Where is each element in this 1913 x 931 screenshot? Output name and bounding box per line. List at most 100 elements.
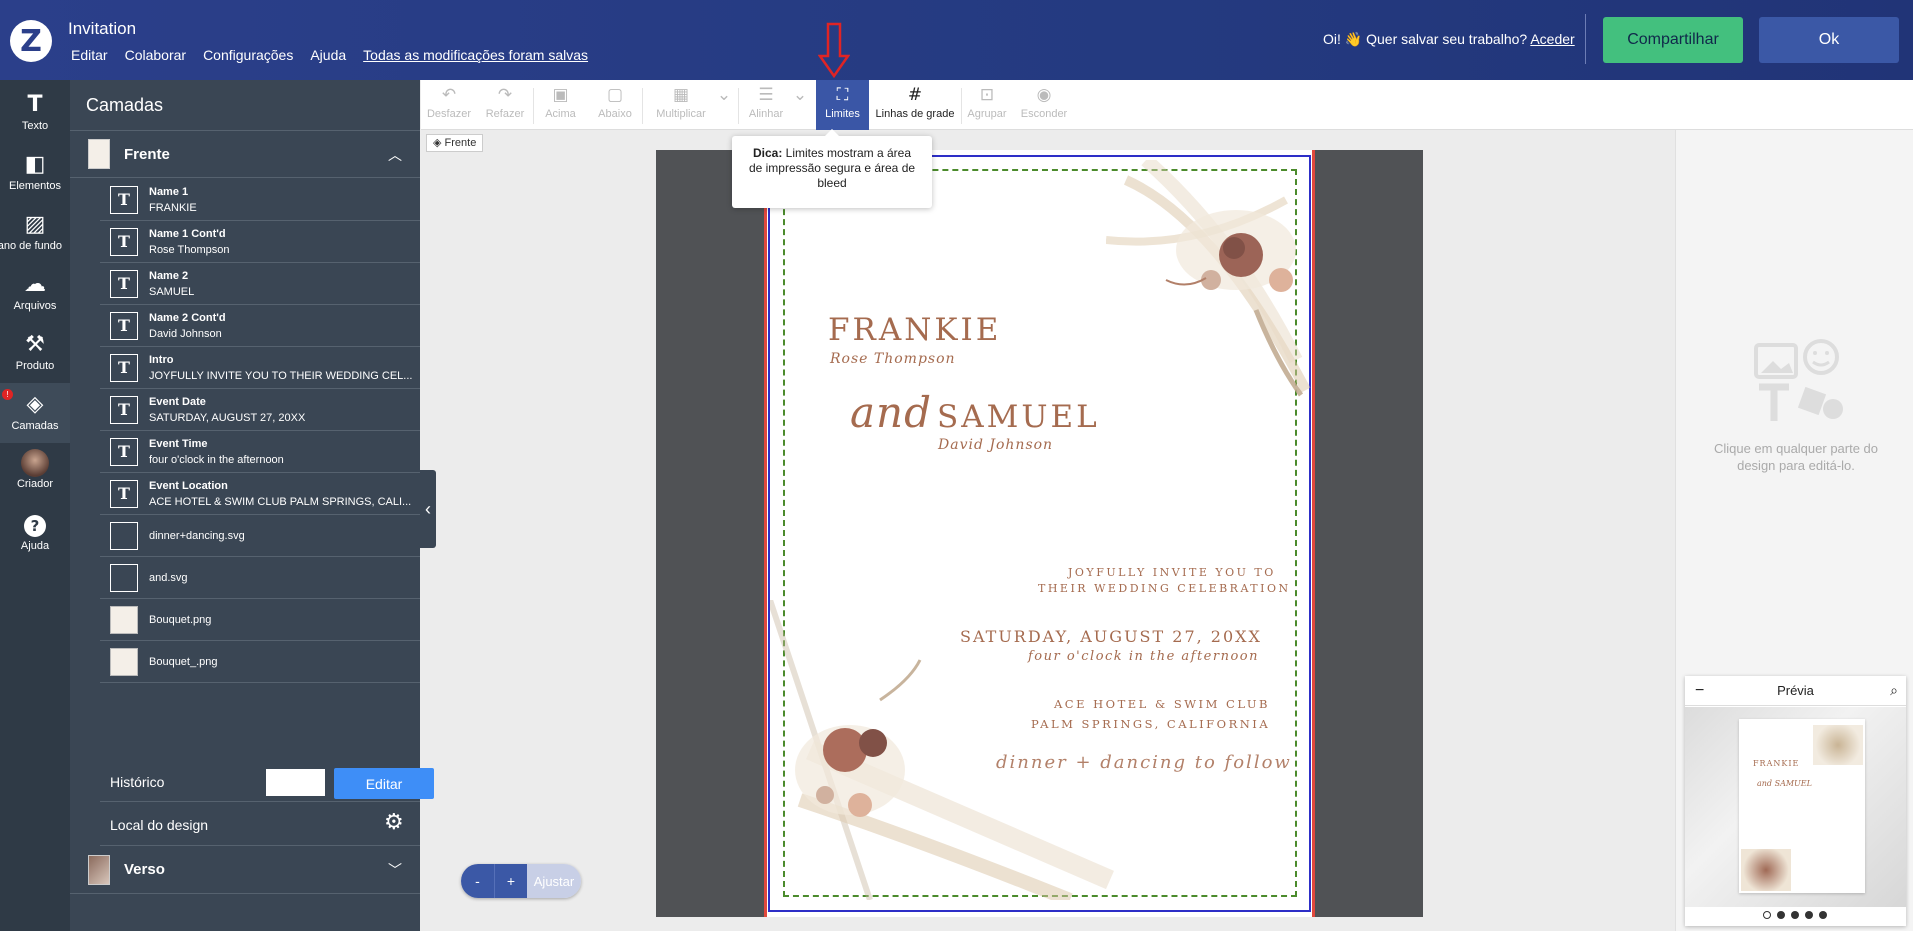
- collapse-panel-handle[interactable]: ‹: [420, 470, 436, 548]
- tool-label: Limites: [825, 108, 860, 120]
- invite-name2[interactable]: SAMUEL: [937, 399, 1100, 435]
- tool-refazer[interactable]: ↷ Refazer: [477, 80, 533, 130]
- toolbar-separator: [642, 88, 643, 124]
- rail-label: Ajuda: [20, 540, 50, 552]
- layer-value: Rose Thompson: [149, 243, 230, 256]
- invite-name1[interactable]: FRANKIE: [828, 312, 1001, 348]
- tool-limites[interactable]: ⛶ Limites: [816, 80, 869, 130]
- layer-row[interactable]: and.svg: [100, 557, 420, 599]
- top-bar: Z Invitation Editar Colaborar Configuraç…: [0, 0, 1913, 80]
- login-link[interactable]: Aceder: [1530, 31, 1574, 47]
- front-label: Frente: [124, 145, 170, 163]
- save-status-link[interactable]: Todas as modificações foram salvas: [363, 47, 588, 63]
- page-dot[interactable]: [1819, 911, 1827, 919]
- tool-icon: #: [907, 85, 923, 105]
- rail-label: Criador: [16, 478, 54, 490]
- layer-row[interactable]: Bouquet_.png: [100, 641, 420, 683]
- text-layer-icon: T: [110, 185, 138, 214]
- tool-agrupar[interactable]: ⊡ Agrupar: [961, 80, 1013, 130]
- minimize-icon[interactable]: −: [1695, 676, 1704, 706]
- preview-image[interactable]: FRANKIE and SAMUEL: [1685, 707, 1906, 907]
- tool-abaixo[interactable]: ▢ Abaixo: [588, 80, 642, 130]
- layer-row[interactable]: T Event Time four o'clock in the afternoon: [100, 431, 420, 473]
- tool-icon: ◉: [1036, 85, 1052, 105]
- layer-name: Bouquet.png: [149, 613, 212, 626]
- zoom-in-button[interactable]: +: [494, 864, 527, 898]
- layer-name: and.svg: [149, 571, 188, 584]
- front-section-header[interactable]: Frente ︿: [70, 130, 420, 178]
- menu-ajuda[interactable]: Ajuda: [310, 47, 346, 63]
- rail-elements[interactable]: ◧ Elementos: [0, 150, 70, 192]
- bouquet-top-right[interactable]: [1106, 160, 1316, 400]
- rail-files[interactable]: ☁ Arquivos: [0, 270, 70, 312]
- invite-intro-line2[interactable]: THEIR WEDDING CELEBRATION: [1038, 582, 1291, 595]
- layer-row[interactable]: T Event Date SATURDAY, AUGUST 27, 20XX: [100, 389, 420, 431]
- layer-row[interactable]: dinner+dancing.svg: [100, 515, 420, 557]
- page-dot[interactable]: [1777, 911, 1785, 919]
- invite-name1-sub[interactable]: Rose Thompson: [830, 351, 956, 367]
- preview-flower-bottom: [1741, 849, 1791, 891]
- preview-header: − Prévia ⌕: [1685, 676, 1906, 706]
- menu-editar[interactable]: Editar: [71, 47, 108, 63]
- limits-tooltip: Dica: Limites mostram a área de impressã…: [732, 129, 932, 208]
- invite-footer-script[interactable]: dinner + dancing to follow: [996, 752, 1292, 773]
- layer-row[interactable]: T Name 1 Cont'd Rose Thompson: [100, 221, 420, 263]
- zazzle-logo-icon[interactable]: Z: [10, 20, 52, 62]
- layer-row[interactable]: T Intro JOYFULLY INVITE YOU TO THEIR WEDDI…: [100, 347, 420, 389]
- tool-multiplicar[interactable]: ▦ Multiplicar: [642, 80, 720, 130]
- menu-configuracoes[interactable]: Configurações: [203, 47, 293, 63]
- page-dot-active[interactable]: [1763, 911, 1771, 919]
- tool-acima[interactable]: ▣ Acima: [533, 80, 588, 130]
- layer-text: Name 2 Cont'd David Johnson: [149, 310, 414, 342]
- chevron-down-icon[interactable]: ﹀: [388, 860, 402, 880]
- editor-toolbar: ↶ Desfazer ↷ Refazer ▣ Acima ▢ Abaixo ▦ Multiplic…: [421, 80, 1913, 130]
- history-color-swatch[interactable]: [265, 768, 326, 797]
- search-icon[interactable]: ⌕: [1890, 676, 1898, 706]
- share-button[interactable]: Compartilhar: [1603, 17, 1743, 63]
- tool-alinhar[interactable]: ☰ Alinhar: [738, 80, 794, 130]
- invite-location-line2[interactable]: PALM SPRINGS, CALIFORNIA: [1031, 717, 1270, 731]
- preview-window: − Prévia ⌕ FRANKIE and SAMUEL: [1685, 676, 1906, 926]
- page-dot[interactable]: [1805, 911, 1813, 919]
- rail-help[interactable]: ? Ajuda: [0, 510, 70, 552]
- zoom-fit-button[interactable]: Ajustar: [527, 864, 581, 898]
- invite-and[interactable]: and: [850, 388, 932, 437]
- alert-badge: !: [2, 389, 13, 400]
- rail-creator[interactable]: Criador: [0, 448, 70, 490]
- page-dot[interactable]: [1791, 911, 1799, 919]
- invite-time[interactable]: four o'clock in the afternoon: [1028, 649, 1259, 664]
- invite-name2-sub[interactable]: David Johnson: [938, 437, 1053, 453]
- tool-linhas-de-grade[interactable]: # Linhas de grade: [869, 80, 961, 130]
- save-prompt: Oi! 👋 Quer salvar seu trabalho? Aceder: [1323, 31, 1575, 48]
- design-location-row[interactable]: Local do design ⚙: [100, 802, 420, 846]
- side-tag[interactable]: ◈ Frente: [426, 134, 484, 152]
- rail-background[interactable]: ▨ Plano de fundo: [0, 210, 70, 252]
- layer-row[interactable]: T Name 2 Cont'd David Johnson: [100, 305, 420, 347]
- chevron-up-icon[interactable]: ︿: [388, 145, 402, 165]
- tool-desfazer[interactable]: ↶ Desfazer: [421, 80, 477, 130]
- svg-layer-icon: [110, 563, 138, 592]
- invite-location-line1[interactable]: ACE HOTEL & SWIM CLUB: [1054, 697, 1270, 711]
- preview-name1: FRANKIE: [1753, 759, 1800, 768]
- tool-esconder[interactable]: ◉ Esconder: [1013, 80, 1075, 130]
- invite-intro-line1[interactable]: JOYFULLY INVITE YOU TO: [1068, 566, 1276, 579]
- rail-product[interactable]: ⚒ Produto: [0, 330, 70, 372]
- invite-date[interactable]: SATURDAY, AUGUST 27, 20XX: [960, 627, 1262, 646]
- multiply-dropdown-chevron-icon[interactable]: ⌄: [711, 80, 737, 130]
- document-title[interactable]: Invitation: [68, 19, 136, 39]
- ok-button[interactable]: Ok: [1759, 17, 1899, 63]
- menu-colaborar[interactable]: Colaborar: [125, 47, 186, 63]
- align-dropdown-chevron-icon[interactable]: ⌄: [787, 80, 813, 130]
- layers-panel: Camadas Frente ︿ T Name 1 FRANKIE T Name 1 C…: [70, 80, 434, 931]
- back-section-header[interactable]: Verso ﹀: [70, 846, 420, 894]
- layer-row[interactable]: Bouquet.png: [100, 599, 420, 641]
- layer-row[interactable]: T Event Location ACE HOTEL & SWIM CLUB PAL…: [100, 473, 420, 515]
- layer-name: Bouquet_.png: [149, 655, 218, 668]
- layer-row[interactable]: T Name 2 SAMUEL: [100, 263, 420, 305]
- zoom-out-button[interactable]: -: [461, 864, 494, 898]
- gear-icon[interactable]: ⚙: [384, 810, 404, 835]
- edit-button[interactable]: Editar: [334, 768, 434, 799]
- rail-layers[interactable]: ! ◈ Camadas: [0, 383, 70, 443]
- layer-row[interactable]: T Name 1 FRANKIE: [100, 179, 420, 221]
- rail-text[interactable]: T Texto: [0, 90, 70, 132]
